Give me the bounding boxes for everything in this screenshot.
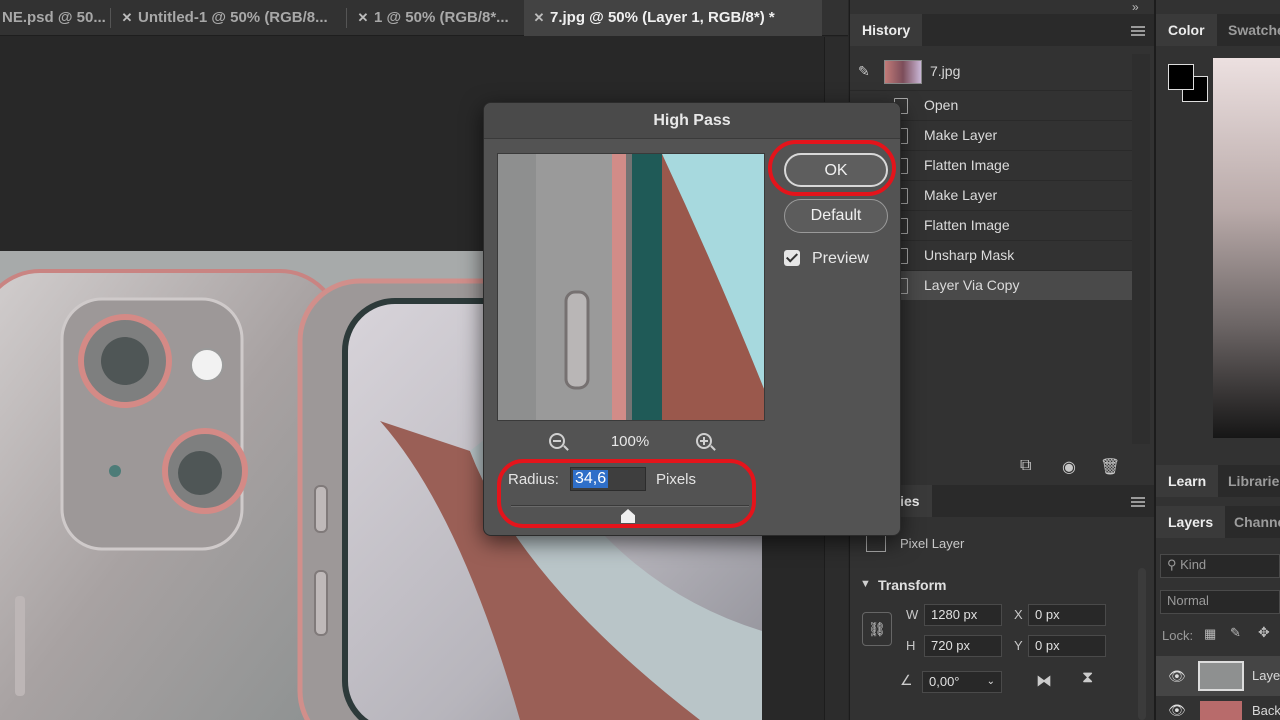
layer-thumbnail [1200,701,1242,720]
layer-name: Laye [1252,668,1280,683]
zoom-level: 100% [610,433,650,450]
zoom-out-icon[interactable] [549,433,565,449]
history-item-label: Flatten Image [924,157,1010,173]
radius-input[interactable]: 34,6 [570,467,646,491]
properties-scrollbar[interactable] [1138,568,1146,720]
color-panel-header: Color Swatche [1156,14,1280,46]
history-item-label: Open [924,97,959,113]
radius-label: Radius: [508,471,559,488]
close-icon[interactable]: ✕ [352,0,374,36]
blend-mode-select[interactable]: Normal [1160,590,1280,614]
layer-name: Back [1252,703,1280,718]
width-field[interactable]: 1280 px [924,604,1002,626]
tab-channels[interactable]: Channe [1222,506,1280,538]
y-field[interactable]: 0 px [1028,635,1106,657]
close-icon[interactable]: ✕ [528,0,550,36]
layer-row-selected[interactable]: 👁 Laye [1156,656,1280,696]
history-panel-header: History [850,14,1155,46]
collapse-panels-icon[interactable]: » [1132,0,1139,14]
tab-untitled-1[interactable]: ✕ Untitled-1 @ 50% (RGB/8... [116,0,328,36]
close-icon[interactable]: ✕ [116,0,138,36]
tab-label: Untitled-1 @ 50% (RGB/8... [138,9,328,26]
tab-libraries[interactable]: Librarie [1216,465,1280,497]
history-item-label: Make Layer [924,187,998,203]
angle-field[interactable]: 0,00° ⌄ [922,671,1002,693]
history-item-label: Unsharp Mask [924,247,1015,263]
chevron-down-icon[interactable]: ⌄ [987,672,995,692]
lock-label: Lock: [1162,628,1194,643]
document-tab-bar: NE.psd @ 50... ✕ Untitled-1 @ 50% (RGB/8.… [0,0,848,36]
preview-checkbox[interactable] [784,250,800,266]
history-snapshot[interactable]: ✎ 7.jpg [850,54,1132,90]
y-label: Y [1014,638,1023,653]
lock-paint-icon[interactable]: ✎ [1230,625,1241,641]
flip-vertical-icon[interactable]: ⧗ [1082,669,1093,687]
tab-history[interactable]: History [850,14,923,46]
eye-icon[interactable]: 👁 [1168,668,1186,685]
tab-learn[interactable]: Learn [1156,465,1219,497]
flip-horizontal-icon[interactable]: ⧓ [1036,671,1052,691]
eye-icon[interactable]: 👁 [1168,702,1186,719]
zoom-in-icon[interactable] [696,433,712,449]
layer-type-label: Pixel Layer [900,536,965,551]
dialog-title: High Pass [484,103,900,139]
pixel-layer-icon [866,534,886,552]
link-icon[interactable]: ⛓ [862,612,892,646]
tab-ne-psd[interactable]: NE.psd @ 50... [0,0,106,36]
camera-icon[interactable]: ◉ [1062,457,1076,477]
tab-swatches[interactable]: Swatche [1216,14,1280,46]
history-item-label: Layer Via Copy [924,277,1020,293]
history-item-label: Make Layer [924,127,998,143]
tab-label: NE.psd @ 50... [2,9,106,26]
tab-layers[interactable]: Layers [1156,506,1226,538]
lock-transparent-icon[interactable]: ▦ [1204,626,1216,642]
history-item-label: Flatten Image [924,217,1010,233]
preview-label: Preview [812,250,869,267]
lock-move-icon[interactable]: ✥ [1258,624,1270,641]
transform-section-title: Transform [878,577,947,593]
history-scrollbar[interactable] [1132,54,1150,444]
height-label: H [906,638,916,653]
x-label: X [1014,607,1023,622]
filter-preview[interactable] [497,153,765,421]
chevron-down-icon[interactable]: ▼ [860,578,871,590]
color-picker-field[interactable] [1213,58,1280,438]
foreground-color-swatch[interactable] [1168,64,1194,90]
width-label: W [906,607,919,622]
angle-value: 0,00° [929,674,960,689]
tab-label: 7.jpg @ 50% (Layer 1, RGB/8*) * [550,9,775,26]
radius-unit: Pixels [656,471,697,488]
layer-row[interactable]: 👁 Back [1156,697,1280,720]
layers-panel-header: Layers Channe [1156,506,1280,538]
learn-panel-header: Learn Librarie [1156,465,1280,497]
kind-placeholder: Kind [1180,557,1207,572]
height-field[interactable]: 720 px [924,635,1002,657]
trash-icon[interactable]: 🗑 [1100,457,1120,477]
layer-thumbnail [1198,661,1244,691]
ok-button[interactable]: OK [784,153,888,187]
search-icon: ⚲ [1167,557,1181,572]
tab-color[interactable]: Color [1156,14,1217,46]
angle-icon: ∠ [900,672,913,688]
radius-slider-thumb[interactable] [621,509,635,523]
tab-label: 1 @ 50% (RGB/8*... [374,9,509,26]
new-document-from-state-icon[interactable]: ⧉ [1020,457,1031,475]
radius-slider-track[interactable] [511,505,749,507]
default-button[interactable]: Default [784,199,888,233]
history-brush-icon[interactable]: ✎ [858,63,870,80]
tab-1[interactable]: ✕ 1 @ 50% (RGB/8*... [352,0,509,36]
tab-7-jpg[interactable]: ✕ 7.jpg @ 50% (Layer 1, RGB/8*) * [524,0,822,36]
snapshot-label: 7.jpg [930,63,961,79]
panel-menu-icon[interactable] [1131,497,1145,507]
x-field[interactable]: 0 px [1028,604,1106,626]
snapshot-thumbnail [884,60,922,84]
radius-value: 34,6 [573,470,609,488]
high-pass-dialog: High Pass 100% Radius: 34,6 Pixels OK De… [483,102,901,536]
panel-menu-icon[interactable] [1131,26,1145,36]
layer-kind-filter[interactable]: ⚲ Kind [1160,554,1280,578]
